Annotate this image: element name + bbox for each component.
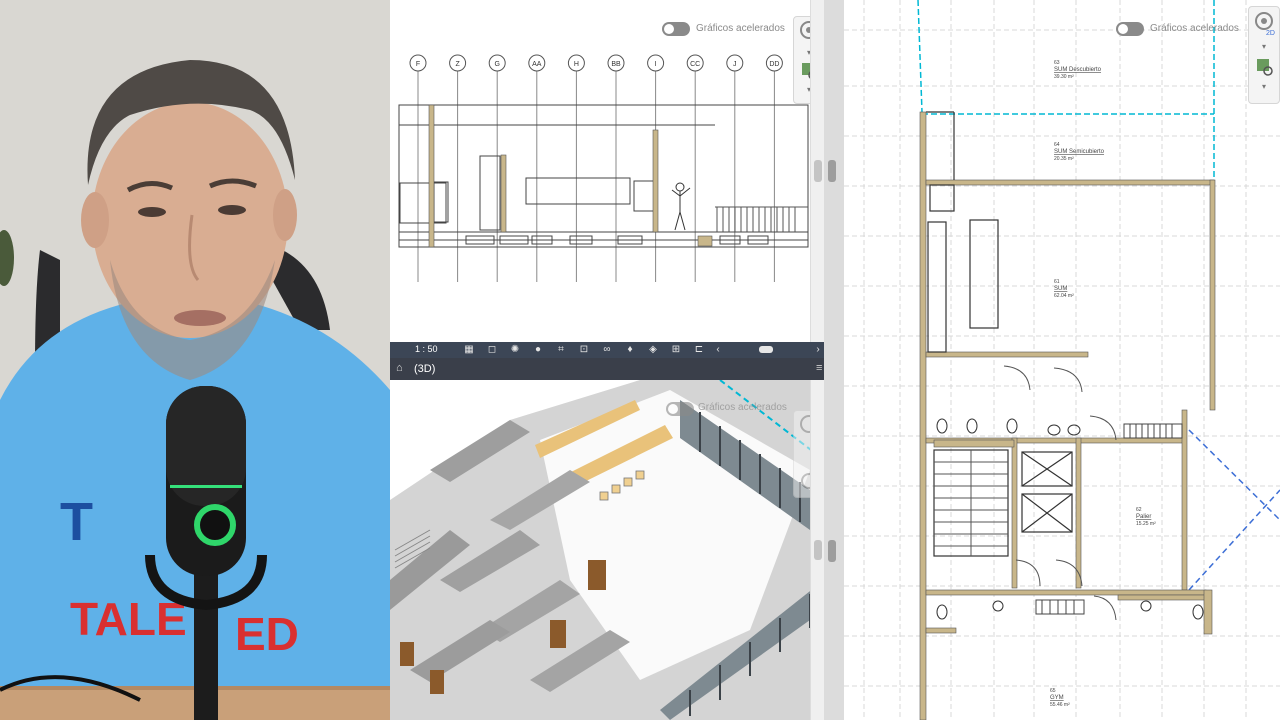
accelerated-graphics-toggle-plan[interactable] [1116,22,1144,36]
grid-label: DD [769,61,779,68]
elevation-viewport[interactable]: Gráficos acelerados 2D ▾ ▾ FZGAAHBBICCJD… [390,0,824,342]
grid-label: Z [455,61,460,68]
nav-2d-badge: 2D [1266,30,1275,37]
crop-view-icon[interactable]: ⌗ [555,344,567,356]
pane-divider[interactable] [824,0,844,720]
scrollbar-thumb[interactable] [814,160,822,182]
grid-label: BB [611,61,621,68]
room-name: SUM Descubierto [1054,67,1102,73]
divider-handle[interactable] [828,160,836,182]
vertical-scrollbar-3d[interactable] [810,380,824,720]
webcam-feed: T TALE ED [0,0,390,720]
show-constraints-icon[interactable]: ⊏ [693,344,705,356]
visual-style-icon[interactable]: ◻ [486,344,498,356]
room-name: SUM Semicubierto [1054,149,1105,155]
home-icon[interactable]: ⌂ [396,362,403,374]
svg-text:T: T [60,492,93,552]
crop-region-icon[interactable]: ⊡ [578,344,590,356]
grid-label: J [733,61,737,68]
room-name: SUM [1054,286,1067,292]
room-area: 39.30 m² [1054,74,1074,80]
room-area: 20.35 m² [1054,156,1074,162]
shadows-icon[interactable]: ● [532,344,544,356]
grid-label: F [416,61,420,68]
grid-label: G [494,61,499,68]
three-d-model [390,380,824,720]
room-name: Palier [1136,514,1151,520]
floor-plan-viewport[interactable]: 63 SUM Descubierto 39.30 m² 64 SUM Semic… [844,0,1280,720]
room-number: 61 [1054,279,1060,285]
room-area: 62.04 m² [1054,293,1074,299]
accelerated-graphics-toggle-3d[interactable] [666,402,694,416]
grid-label: AA [532,61,542,68]
navigation-wheel-icon-plan[interactable]: 2D ▾ ▾ [1249,7,1279,103]
horizontal-scroll-thumb[interactable] [759,346,773,353]
room-area: 15.25 m² [1136,521,1156,527]
view-control-bar: 1 : 50 ▦ ◻ ✺ ● ⌗ ⊡ ∞ ♦ ◈ ⊞ ⊏ ‹ › [390,342,824,358]
scrollbar-thumb-3d[interactable] [814,540,822,560]
accelerated-graphics-label-3d: Gráficos acelerados [698,402,787,413]
view-menu-icon[interactable]: ≡ [816,362,822,374]
accelerated-graphics-label-plan: Gráficos acelerados [1150,23,1239,34]
sun-path-icon[interactable]: ✺ [509,344,521,356]
highlight-displacement-icon[interactable]: ⊞ [670,344,682,356]
detail-level-icon[interactable]: ▦ [463,344,475,356]
grid-label: CC [690,61,700,68]
temporary-hide-icon[interactable]: ∞ [601,344,613,356]
svg-text:▾: ▾ [1262,82,1266,91]
room-number: 63 [1054,60,1060,66]
scroll-right-icon[interactable]: › [812,344,824,356]
presenter-image: T TALE ED [0,0,390,720]
room-number: 64 [1054,142,1060,148]
divider-handle-lower[interactable] [828,540,836,562]
elevation-drawing: F Z G AA H BB I CC J DD [398,54,809,282]
reveal-hidden-icon[interactable]: ♦ [624,344,636,356]
view-title: (3D) [414,363,436,375]
navigation-bar-plan[interactable]: 2D ▾ ▾ [1248,6,1280,104]
room-name: GYM [1050,695,1064,701]
floor-plan-drawing: 63 SUM Descubierto 39.30 m² 64 SUM Semic… [844,0,1280,720]
room-number: 65 [1050,688,1056,694]
grid-label: I [655,61,657,68]
scale-selector[interactable]: 1 : 50 [415,344,438,354]
vertical-scrollbar[interactable] [810,0,824,342]
svg-text:TALE: TALE [70,593,187,645]
view-tab-3d[interactable]: ⌂ (3D) ≡ [390,358,824,380]
svg-text:ED: ED [235,608,299,660]
room-number: 62 [1136,507,1142,513]
room-area: 55.46 m² [1050,702,1070,708]
scroll-left-icon[interactable]: ‹ [712,344,724,356]
grid-label: H [574,61,579,68]
analytical-model-icon[interactable]: ◈ [647,344,659,356]
three-d-viewport[interactable]: Gráficos acelerados [390,380,824,720]
svg-text:▾: ▾ [1262,42,1266,51]
